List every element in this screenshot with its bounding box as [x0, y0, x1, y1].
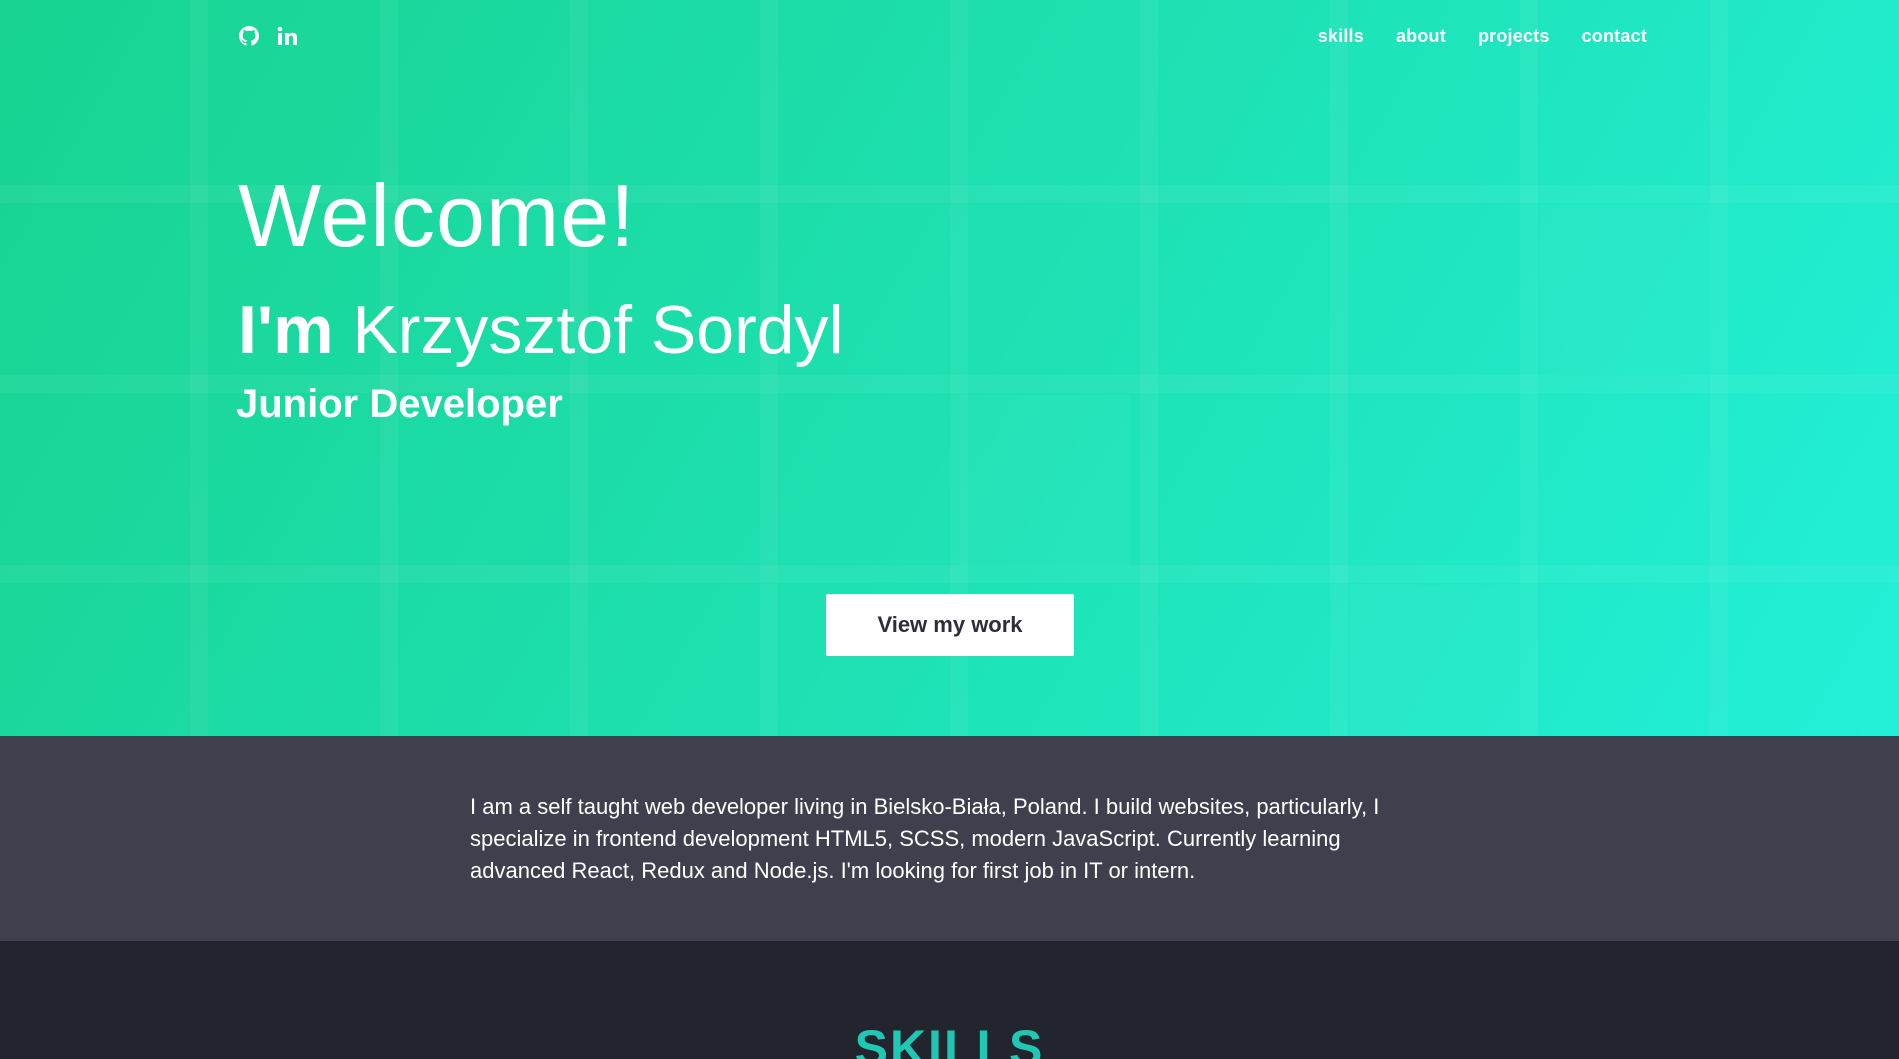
nav-link-about[interactable]: about: [1396, 26, 1446, 47]
main-nav: skills about projects contact: [1318, 26, 1647, 47]
social-links: [238, 25, 298, 51]
developer-name: Krzysztof Sordyl: [352, 292, 844, 368]
nav-link-projects[interactable]: projects: [1478, 26, 1550, 47]
nav-link-skills[interactable]: skills: [1318, 26, 1364, 47]
linkedin-icon: [277, 26, 297, 51]
about-text: I am a self taught web developer living …: [470, 794, 1380, 883]
intro-heading: I'm Krzysztof Sordyl: [238, 296, 844, 364]
github-link[interactable]: [238, 25, 260, 51]
linkedin-link[interactable]: [276, 26, 298, 51]
about-section: I am a self taught web developer living …: [0, 736, 1899, 941]
hero-section: skills about projects contact Welcome! I…: [0, 0, 1899, 736]
skills-heading: SKILLS: [854, 1020, 1045, 1059]
role-subtitle: Junior Developer: [236, 382, 563, 426]
github-icon: [239, 25, 259, 51]
welcome-heading: Welcome!: [238, 166, 636, 265]
intro-prefix: I'm: [238, 292, 353, 368]
nav-link-contact[interactable]: contact: [1582, 26, 1647, 47]
skills-section: SKILLS: [0, 941, 1899, 1059]
view-my-work-button[interactable]: View my work: [826, 594, 1074, 656]
top-navbar: skills about projects contact: [0, 0, 1899, 80]
